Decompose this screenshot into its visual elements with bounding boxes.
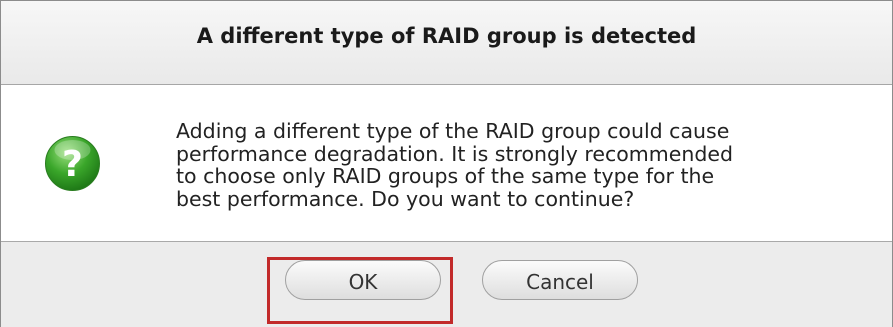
question-mark-icon: ? [45,136,100,191]
confirmation-dialog: A different type of RAID group is detect… [0,0,893,327]
question-mark-glyph: ? [62,144,83,185]
dialog-title-bar: A different type of RAID group is detect… [1,1,892,85]
dialog-body: ? Adding a different type of the RAID gr… [1,85,892,241]
dialog-title: A different type of RAID group is detect… [196,24,697,48]
dialog-footer: OK Cancel [1,241,892,327]
ok-button[interactable]: OK [285,260,441,300]
dialog-message: Adding a different type of the RAID grou… [176,119,733,211]
cancel-button[interactable]: Cancel [482,260,638,300]
